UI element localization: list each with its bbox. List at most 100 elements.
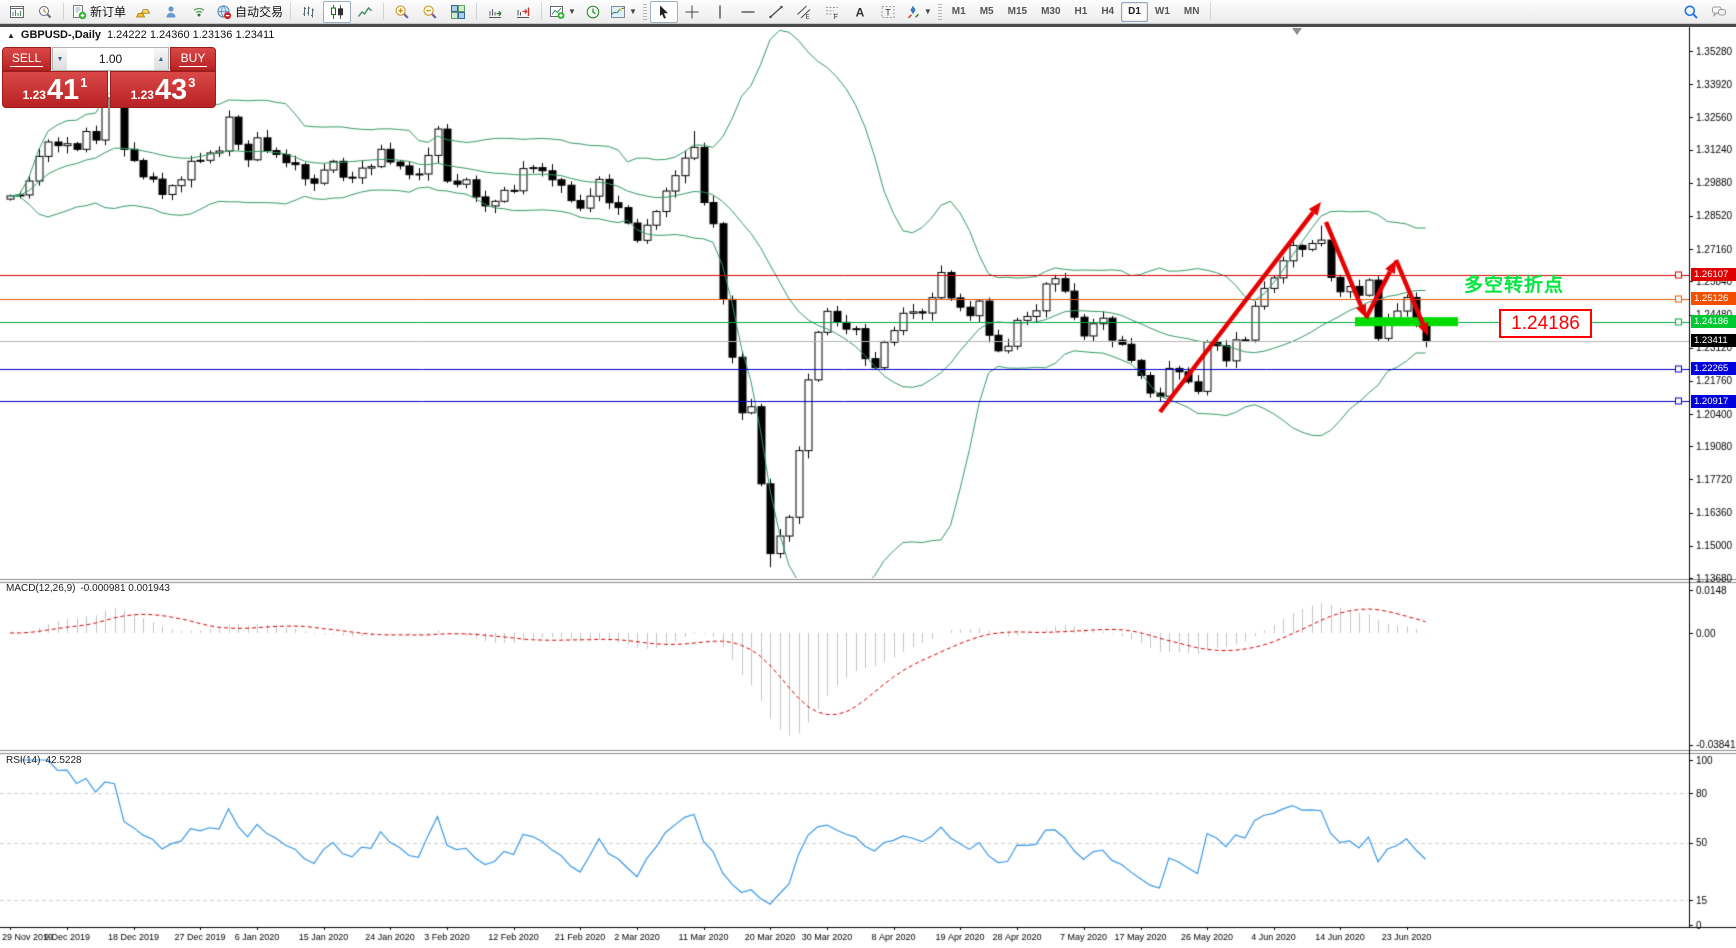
search-icon (1683, 4, 1699, 20)
trendline-icon (768, 4, 784, 20)
chevron-down-icon[interactable]: ▼ (924, 7, 932, 16)
search-button[interactable] (1677, 1, 1705, 23)
tile-icon (450, 4, 466, 20)
zoom-in-button[interactable] (388, 1, 416, 23)
volume-box: ▼ ▲ (52, 47, 169, 71)
price-badge: 1.20917 (1691, 394, 1736, 408)
toolbar-separator (290, 3, 292, 20)
timeframe-MN[interactable]: MN (1177, 2, 1207, 22)
timeframe-M15[interactable]: M15 (1001, 2, 1034, 22)
price-badge: 1.26107 (1691, 268, 1736, 282)
chart-shift-marker[interactable] (1292, 28, 1302, 35)
volume-decrease-button[interactable]: ▼ (53, 48, 67, 70)
timeframe-M1[interactable]: M1 (945, 2, 973, 22)
person-icon (163, 4, 179, 20)
price-badge: 1.23411 (1691, 334, 1736, 348)
gold-icon (135, 4, 151, 20)
price-badge: 1.24186 (1691, 315, 1736, 329)
candlestick-mode-button[interactable] (323, 0, 352, 23)
fibo-icon: F (824, 4, 840, 20)
charts-icon (9, 4, 25, 20)
accounts-button[interactable] (157, 1, 185, 23)
buy-button[interactable]: BUY (170, 47, 216, 71)
equidistant-channel-tool-button[interactable]: E (790, 1, 818, 23)
autotrade-icon (216, 4, 232, 20)
cursor-tool-button[interactable] (649, 0, 678, 23)
text-tool-button[interactable]: A (846, 1, 874, 23)
new-order-button[interactable]: 新订单 (68, 1, 129, 23)
volume-increase-button[interactable]: ▲ (154, 48, 168, 70)
chart-shift-button[interactable] (509, 1, 537, 23)
rsi-indicator-label: RSI(14) 42.5228 (6, 755, 82, 766)
horizontal-line-tool-button[interactable] (734, 1, 762, 23)
vertical-line-tool-button[interactable] (706, 1, 734, 23)
community-chat-button[interactable] (1705, 1, 1733, 23)
signals-button[interactable] (185, 1, 213, 23)
ohlc-values: 1.24222 1.24360 1.23136 1.23411 (107, 29, 275, 41)
timeframe-H1[interactable]: H1 (1068, 2, 1095, 22)
chat-icon (1711, 4, 1727, 20)
shiftend-icon (515, 4, 531, 20)
autotrading-button[interactable]: 自动交易 (213, 1, 286, 23)
cursor-icon (656, 4, 672, 20)
chart-title: ▲ GBPUSD-,Daily 1.24222 1.24360 1.23136 … (7, 29, 274, 41)
hline-icon (740, 4, 756, 20)
history-center-button[interactable] (31, 1, 59, 23)
zoom-out-button[interactable] (416, 1, 444, 23)
crosshair-icon (684, 4, 700, 20)
new-order-label: 新订单 (90, 5, 127, 19)
autotrading-label: 自动交易 (235, 5, 284, 19)
timeframe-W1[interactable]: W1 (1148, 2, 1177, 22)
periods-button[interactable] (579, 1, 607, 23)
vline-icon (712, 4, 728, 20)
timeframe-D1[interactable]: D1 (1121, 1, 1148, 22)
sell-price[interactable]: 1.23 41 1 (2, 71, 108, 108)
labelT-icon: T (880, 4, 896, 20)
arrows-tool-button[interactable]: ▼ (902, 1, 935, 23)
period-icon (585, 4, 601, 20)
deposit-funds-button[interactable] (129, 1, 157, 23)
svg-text:F: F (833, 14, 837, 20)
shapes-icon (905, 4, 921, 20)
indicators-list-button[interactable]: ▼ (546, 1, 579, 23)
chevron-down-icon[interactable]: ▼ (629, 7, 637, 16)
svg-text:E: E (805, 13, 810, 20)
toolbar-grip (937, 3, 942, 20)
toolbar-separator (476, 3, 478, 20)
svg-text:T: T (885, 7, 891, 17)
timeframe-M30[interactable]: M30 (1034, 2, 1067, 22)
buy-price[interactable]: 1.23 43 3 (110, 71, 216, 108)
textA-icon: A (852, 4, 868, 20)
signal-icon (191, 4, 207, 20)
timeframe-H4[interactable]: H4 (1094, 2, 1121, 22)
chart-canvas[interactable] (0, 0, 1736, 948)
chevron-down-icon[interactable]: ▼ (568, 7, 576, 16)
zoomout-icon (422, 4, 438, 20)
price-level-box-annotation: 1.24186 (1499, 309, 1592, 338)
fibonacci-tool-button[interactable]: F (818, 1, 846, 23)
bar-chart-mode-button[interactable] (295, 1, 323, 23)
price-badge: 1.25126 (1691, 292, 1736, 306)
sell-button[interactable]: SELL (2, 47, 51, 71)
timeframe-M5[interactable]: M5 (973, 2, 1001, 22)
macd-indicator-label: MACD(12,26,9) -0.000981 0.001943 (6, 583, 170, 594)
auto-scroll-button[interactable] (481, 1, 509, 23)
line-chart-mode-button[interactable] (351, 1, 379, 23)
zoomin-icon (394, 4, 410, 20)
neworder-icon (71, 4, 87, 20)
bars-icon (301, 4, 317, 20)
volume-input[interactable] (67, 48, 154, 70)
text-label-tool-button[interactable]: T (874, 1, 902, 23)
crosshair-tool-button[interactable] (678, 1, 706, 23)
toolbar-grip (642, 3, 647, 20)
templates-button[interactable]: ▼ (607, 1, 640, 23)
window-frame (0, 24, 1736, 27)
template-icon (610, 4, 626, 20)
collapse-triangle-icon[interactable]: ▲ (7, 31, 15, 40)
toolbar-separator (1210, 3, 1212, 20)
toolbar-separator (541, 3, 543, 20)
tile-windows-button[interactable] (444, 1, 472, 23)
trendline-tool-button[interactable] (762, 1, 790, 23)
symbol-period-label: GBPUSD-,Daily (20, 29, 101, 41)
new-chart-button[interactable] (3, 1, 31, 23)
